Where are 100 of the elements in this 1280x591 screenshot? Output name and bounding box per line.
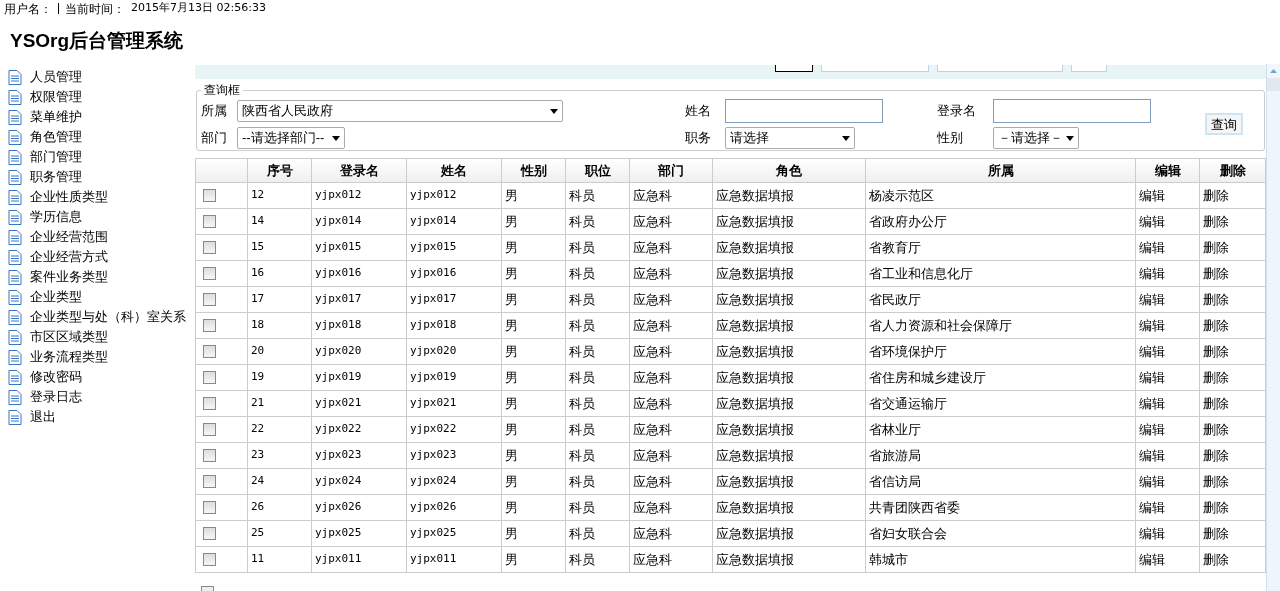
- delete-link[interactable]: 删除: [1199, 546, 1266, 573]
- table-cell: 22: [247, 416, 312, 443]
- table-cell: yjpx026: [406, 494, 502, 521]
- delete-link[interactable]: 删除: [1199, 494, 1266, 521]
- sidebar-link[interactable]: 登录日志: [30, 387, 82, 407]
- edit-link[interactable]: 编辑: [1135, 312, 1200, 339]
- document-icon: [8, 169, 22, 185]
- edit-link[interactable]: 编辑: [1135, 286, 1200, 313]
- delete-link[interactable]: 删除: [1199, 234, 1266, 261]
- dropdown[interactable]: 陕西省人民政府: [237, 100, 563, 122]
- edit-link[interactable]: 编辑: [1135, 390, 1200, 417]
- edit-link[interactable]: 编辑: [1135, 468, 1200, 495]
- checkbox[interactable]: [203, 371, 216, 384]
- table-cell: 21: [247, 390, 312, 417]
- table-cell: yjpx024: [406, 468, 502, 495]
- delete-link[interactable]: 删除: [1199, 312, 1266, 339]
- delete-link[interactable]: 删除: [1199, 390, 1266, 417]
- checkbox[interactable]: [203, 293, 216, 306]
- document-icon: [8, 129, 22, 145]
- table-cell: yjpx019: [311, 364, 407, 391]
- caret-icon: [550, 108, 558, 114]
- checkbox[interactable]: [203, 241, 216, 254]
- column-header: 序号: [247, 158, 312, 183]
- sidebar-link[interactable]: 业务流程类型: [30, 347, 108, 367]
- delete-link[interactable]: 删除: [1199, 442, 1266, 469]
- checkbox[interactable]: [201, 586, 214, 591]
- edit-link[interactable]: 编辑: [1135, 208, 1200, 235]
- sidebar-link[interactable]: 退出: [30, 407, 56, 427]
- checkbox[interactable]: [203, 215, 216, 228]
- checkbox[interactable]: [203, 553, 216, 566]
- delete-link[interactable]: 删除: [1199, 182, 1266, 209]
- text-field[interactable]: [725, 99, 883, 123]
- table-cell: yjpx022: [406, 416, 502, 443]
- toolbar-button[interactable]: [775, 65, 813, 72]
- scrollbar[interactable]: [1266, 64, 1280, 591]
- checkbox[interactable]: [203, 345, 216, 358]
- table-cell: 18: [247, 312, 312, 339]
- edit-link[interactable]: 编辑: [1135, 442, 1200, 469]
- sidebar-link[interactable]: 权限管理: [30, 87, 82, 107]
- table-cell: yjpx017: [406, 286, 502, 313]
- delete-link[interactable]: 删除: [1199, 338, 1266, 365]
- checkbox[interactable]: [203, 397, 216, 410]
- sidebar-link[interactable]: 市区区域类型: [30, 327, 108, 347]
- scroll-thumb[interactable]: [1267, 78, 1280, 91]
- edit-link[interactable]: 编辑: [1135, 234, 1200, 261]
- sidebar-link[interactable]: 职务管理: [30, 167, 82, 187]
- sidebar-link[interactable]: 企业类型与处（科）室关系: [30, 307, 186, 327]
- sidebar-link[interactable]: 企业性质类型: [30, 187, 108, 207]
- table-cell: 17: [247, 286, 312, 313]
- table-cell: 省旅游局: [865, 442, 1136, 469]
- table-cell: 20: [247, 338, 312, 365]
- sidebar-link[interactable]: 人员管理: [30, 67, 82, 87]
- table-cell: 科员: [565, 312, 630, 339]
- edit-link[interactable]: 编辑: [1135, 338, 1200, 365]
- delete-link[interactable]: 删除: [1199, 286, 1266, 313]
- scroll-up-icon[interactable]: [1267, 64, 1280, 78]
- checkbox[interactable]: [203, 319, 216, 332]
- table-cell: 男: [501, 442, 566, 469]
- table-cell: 23: [247, 442, 312, 469]
- sidebar-link[interactable]: 学历信息: [30, 207, 82, 227]
- checkbox[interactable]: [203, 527, 216, 540]
- edit-link[interactable]: 编辑: [1135, 364, 1200, 391]
- delete-link[interactable]: 删除: [1199, 260, 1266, 287]
- sidebar-link[interactable]: 企业类型: [30, 287, 82, 307]
- column-header: 性别: [501, 158, 566, 183]
- checkbox[interactable]: [203, 501, 216, 514]
- table-cell: 应急科: [629, 442, 713, 469]
- edit-link[interactable]: 编辑: [1135, 520, 1200, 547]
- checkbox[interactable]: [203, 267, 216, 280]
- edit-link[interactable]: 编辑: [1135, 182, 1200, 209]
- sidebar-link[interactable]: 案件业务类型: [30, 267, 108, 287]
- sidebar-link[interactable]: 部门管理: [30, 147, 82, 167]
- sidebar-link[interactable]: 菜单维护: [30, 107, 82, 127]
- field-label: 所属: [201, 102, 228, 121]
- delete-link[interactable]: 删除: [1199, 416, 1266, 443]
- delete-link[interactable]: 删除: [1199, 520, 1266, 547]
- sidebar-link[interactable]: 角色管理: [30, 127, 82, 147]
- checkbox[interactable]: [203, 189, 216, 202]
- checkbox[interactable]: [203, 449, 216, 462]
- table-cell: 科员: [565, 234, 630, 261]
- edit-link[interactable]: 编辑: [1135, 416, 1200, 443]
- delete-link[interactable]: 删除: [1199, 364, 1266, 391]
- edit-link[interactable]: 编辑: [1135, 546, 1200, 573]
- checkbox[interactable]: [203, 475, 216, 488]
- delete-link[interactable]: 删除: [1199, 468, 1266, 495]
- text-field[interactable]: [993, 99, 1151, 123]
- edit-link[interactable]: 编辑: [1135, 494, 1200, 521]
- table-cell: 男: [501, 338, 566, 365]
- edit-link[interactable]: 编辑: [1135, 260, 1200, 287]
- sidebar-link[interactable]: 企业经营方式: [30, 247, 108, 267]
- sidebar-link[interactable]: 修改密码: [30, 367, 82, 387]
- table-cell: 共青团陕西省委: [865, 494, 1136, 521]
- query-button[interactable]: 查询: [1205, 113, 1243, 135]
- checkbox[interactable]: [203, 423, 216, 436]
- delete-link[interactable]: 删除: [1199, 208, 1266, 235]
- table-cell: 省人力资源和社会保障厅: [865, 312, 1136, 339]
- dropdown[interactable]: 请选择: [725, 127, 855, 149]
- dropdown[interactable]: －请选择－: [993, 127, 1079, 149]
- dropdown[interactable]: --请选择部门--: [237, 127, 345, 149]
- sidebar-link[interactable]: 企业经营范围: [30, 227, 108, 247]
